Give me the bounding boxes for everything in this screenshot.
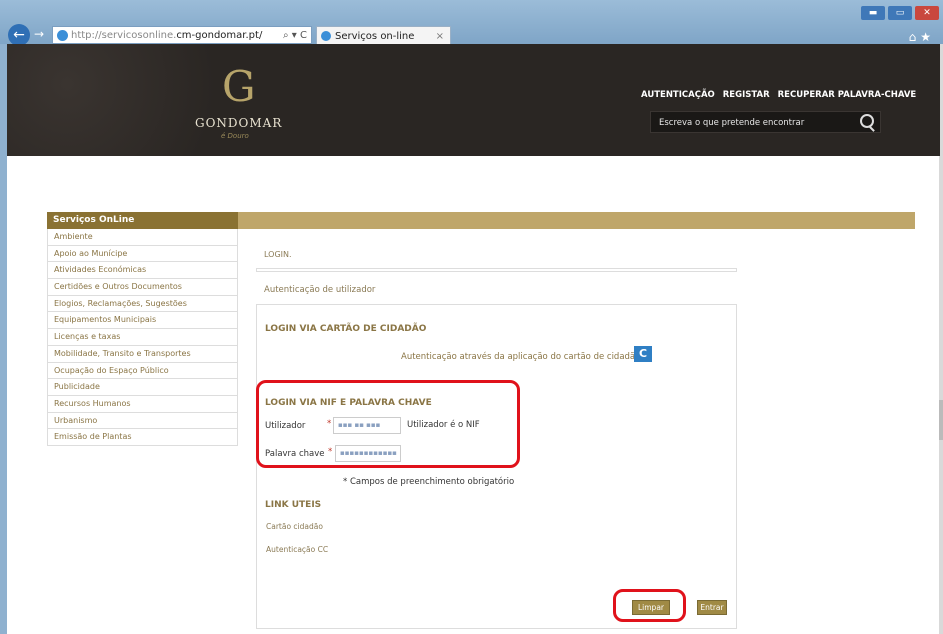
- mandatory-note: * Campos de preenchimento obrigatório: [343, 477, 515, 487]
- sidebar-item-certidoes[interactable]: Certidões e Outros Documentos: [47, 279, 238, 296]
- breadcrumb: LOGIN.: [264, 250, 292, 259]
- tab-title: Serviços on-line: [335, 31, 415, 42]
- address-bar[interactable]: http://servicosonline.cm-gondomar.pt/ ⌕ …: [52, 26, 312, 44]
- cc-auth-text: Autenticação através da aplicação do car…: [401, 352, 641, 362]
- close-icon[interactable]: ✕: [915, 6, 939, 20]
- sidebar-item-apoio-municipe[interactable]: Apoio ao Munícipe: [47, 245, 238, 263]
- nav-recover-password[interactable]: RECUPERAR PALAVRA-CHAVE: [778, 90, 917, 100]
- back-icon[interactable]: ←: [8, 24, 30, 46]
- sidebar-item-urbanismo[interactable]: Urbanismo: [47, 412, 238, 430]
- site-header: G GONDOMAR é Douro AUTENTICAÇÃO REGISTAR…: [7, 44, 940, 156]
- search-icon[interactable]: [860, 114, 874, 128]
- sidebar: Ambiente Apoio ao Munícipe Atividades Ec…: [47, 229, 238, 446]
- nav-register[interactable]: REGISTAR: [723, 90, 770, 100]
- minimize-icon[interactable]: ▬: [861, 6, 885, 20]
- sidebar-item-mobilidade[interactable]: Mobilidade, Transito e Transportes: [47, 345, 238, 363]
- highlight-clear-button: [613, 589, 686, 622]
- logo-letter[interactable]: G: [222, 62, 256, 111]
- page-title: Autenticação de utilizador: [264, 285, 376, 295]
- ie-icon: [321, 31, 331, 41]
- logo-name[interactable]: GONDOMAR: [195, 116, 282, 130]
- sidebar-item-ambiente[interactable]: Ambiente: [47, 229, 238, 246]
- sidebar-item-recursos-humanos[interactable]: Recursos Humanos: [47, 395, 238, 413]
- enter-button[interactable]: Entrar: [697, 600, 727, 615]
- sidebar-item-equipamentos[interactable]: Equipamentos Municipais: [47, 312, 238, 330]
- highlight-nif-login: [256, 380, 520, 468]
- sidebar-item-emissao-plantas[interactable]: Emissão de Plantas: [47, 429, 238, 446]
- sidebar-item-licencas[interactable]: Licenças e taxas: [47, 329, 238, 346]
- divider: [256, 268, 737, 272]
- search-placeholder: Escreva o que pretende encontrar: [659, 118, 805, 128]
- search-input[interactable]: Escreva o que pretende encontrar: [650, 111, 881, 133]
- top-nav: AUTENTICAÇÃO REGISTAR RECUPERAR PALAVRA-…: [641, 90, 916, 100]
- address-domain: cm-gondomar.pt/: [176, 30, 263, 41]
- browser-chrome: ← → http://servicosonline.cm-gondomar.pt…: [0, 0, 943, 46]
- link-autenticacao-cc[interactable]: Autenticação CC: [266, 545, 328, 554]
- logo-subtitle: é Douro: [221, 132, 249, 140]
- ie-icon: [57, 30, 68, 41]
- forward-icon[interactable]: →: [34, 27, 44, 41]
- window-frame: [0, 44, 7, 634]
- sidebar-item-atividades-economicas[interactable]: Atividades Económicas: [47, 262, 238, 280]
- cc-section-title: LOGIN VIA CARTÃO DE CIDADÃO: [265, 324, 427, 334]
- sidebar-item-elogios[interactable]: Elogios, Reclamações, Sugestões: [47, 295, 238, 313]
- address-prefix: http://servicosonline.: [71, 30, 177, 41]
- sidebar-item-ocupacao[interactable]: Ocupação do Espaço Público: [47, 362, 238, 380]
- nav-authentication[interactable]: AUTENTICAÇÃO: [641, 90, 715, 100]
- scrollbar-thumb[interactable]: [939, 400, 943, 440]
- browser-tab[interactable]: Serviços on-line ×: [316, 26, 451, 45]
- citizen-card-icon[interactable]: C: [634, 346, 652, 362]
- home-star-icons[interactable]: ⌂★: [909, 30, 935, 44]
- sidebar-title: Serviços OnLine: [47, 212, 238, 229]
- maximize-icon[interactable]: ▭: [888, 6, 912, 20]
- window-controls: ▬ ▭ ✕: [861, 6, 939, 20]
- address-tools[interactable]: ⌕ ▾ C: [283, 27, 307, 43]
- link-cartao-cidadao[interactable]: Cartão cidadão: [266, 522, 323, 531]
- links-section-title: LINK UTEIS: [265, 500, 322, 510]
- sidebar-item-publicidade[interactable]: Publicidade: [47, 379, 238, 396]
